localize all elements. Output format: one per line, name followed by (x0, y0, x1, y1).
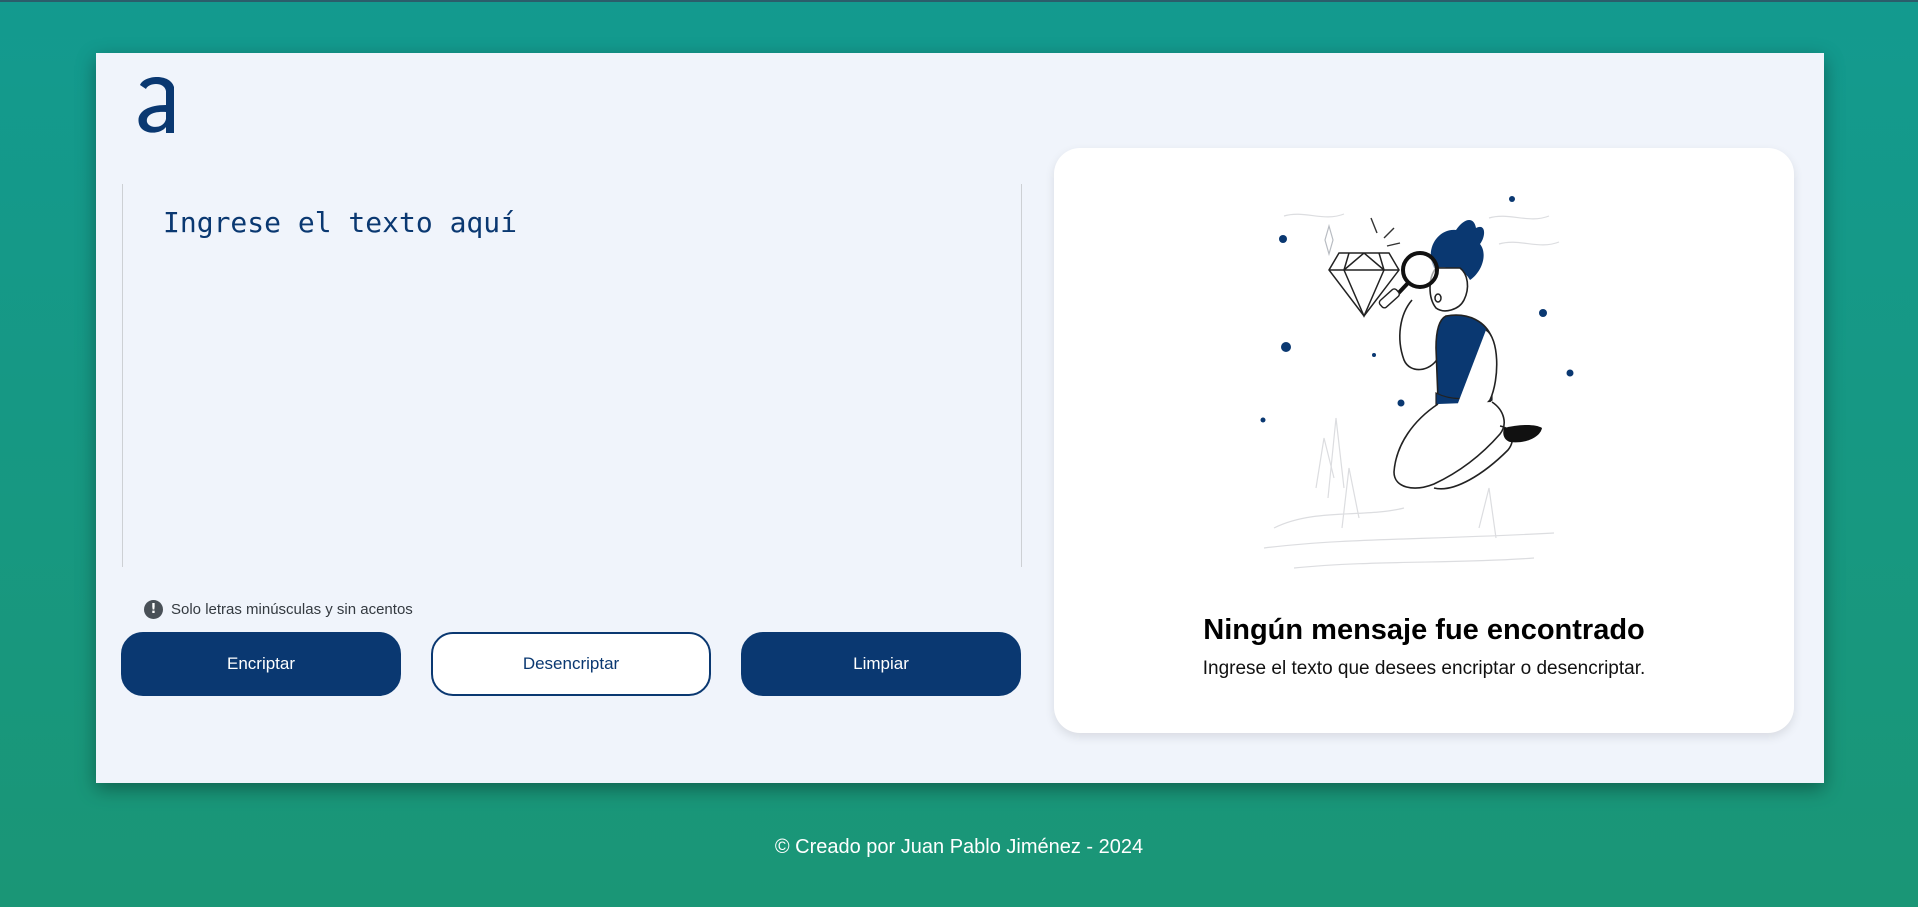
main-card: ! Solo letras minúsculas y sin acentos E… (96, 53, 1824, 783)
no-message-title: Ningún mensaje fue encontrado (1203, 614, 1645, 646)
message-input[interactable] (122, 184, 1022, 567)
alura-logo (138, 77, 174, 133)
no-message-subtitle: Ingrese el texto que desees encriptar o … (1202, 658, 1646, 679)
footer-credit: © Creado por Juan Pablo Jiménez - 2024 (774, 836, 1144, 858)
result-panel: Ningún mensaje fue encontrado Ingrese el… (1054, 148, 1794, 733)
clear-button[interactable]: Limpiar (741, 632, 1021, 696)
input-hint-text: Solo letras minúsculas y sin acentos (171, 601, 413, 618)
encrypt-button[interactable]: Encriptar (121, 632, 401, 696)
top-border-line (0, 0, 1918, 2)
decrypt-button[interactable]: Desencriptar (431, 632, 711, 696)
exclamation-circle-icon: ! (144, 600, 163, 619)
input-hint: ! Solo letras minúsculas y sin acentos (144, 600, 413, 619)
person-with-magnifying-glass-illustration (1260, 196, 1574, 569)
